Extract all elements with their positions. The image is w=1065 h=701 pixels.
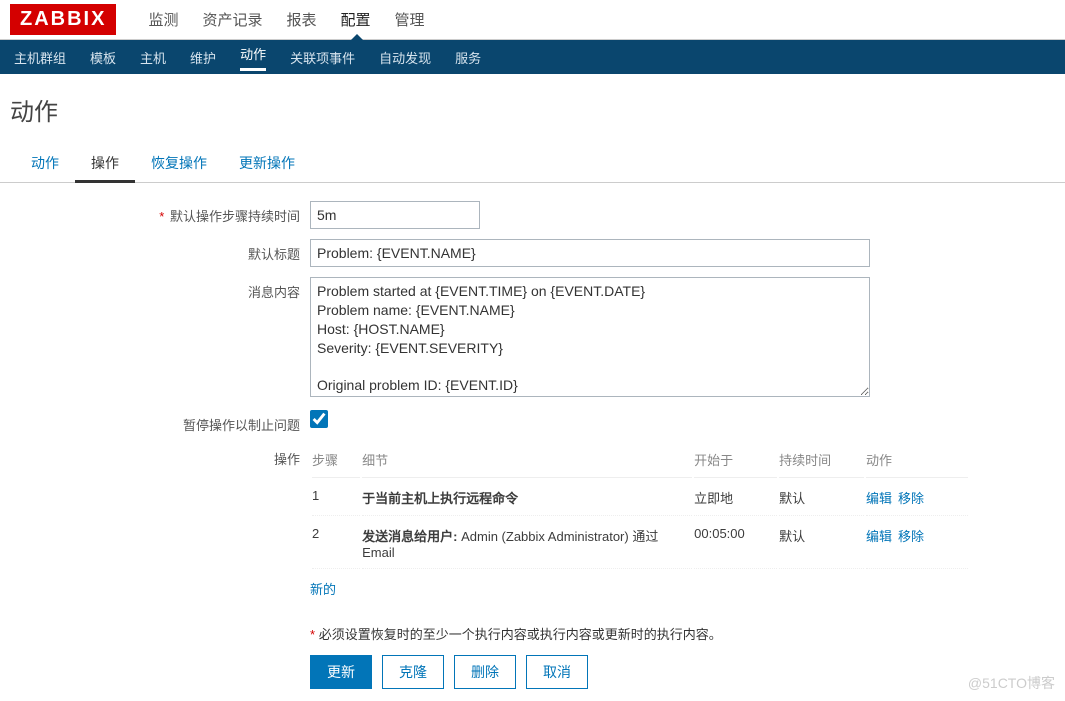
col-start: 开始于 [694,446,777,478]
logo: ZABBIX [10,4,116,35]
form: * 默认操作步骤持续时间 默认标题 消息内容 暂停操作以制止问题 操作 步骤 细… [0,183,1065,689]
watermark: @51CTO博客 [968,673,1055,693]
cell-start: 立即地 [694,480,777,516]
subnav-item-6[interactable]: 自动发现 [367,40,443,74]
topnav-item-0[interactable]: 监测 [136,0,190,40]
label-operations: 操作 [274,452,300,467]
subnav-item-2[interactable]: 主机 [128,40,178,74]
cell-start: 00:05:00 [694,518,777,569]
button-row: 更新 克隆 删除 取消 [310,655,1065,689]
col-duration: 持续时间 [779,446,864,478]
cell-actions: 编辑移除 [866,480,968,516]
label-pause: 暂停操作以制止问题 [183,418,300,433]
topnav-item-4[interactable]: 管理 [383,0,437,40]
subnav-item-4[interactable]: 动作 [228,40,278,74]
form-tab-2[interactable]: 恢复操作 [135,145,223,183]
edit-link[interactable]: 编辑 [866,491,892,506]
label-duration: 默认操作步骤持续时间 [170,209,300,224]
operations-table: 步骤 细节 开始于 持续时间 动作 1于当前主机上执行远程命令立即地默认编辑移除… [310,444,970,571]
cell-detail: 于当前主机上执行远程命令 [362,480,692,516]
topnav-item-3[interactable]: 配置 [329,0,383,40]
remove-link[interactable]: 移除 [898,529,924,544]
message-textarea[interactable] [310,277,870,397]
top-nav: ZABBIX 监测资产记录报表配置管理 [0,0,1065,40]
form-tab-0[interactable]: 动作 [15,145,75,183]
subject-input[interactable] [310,239,870,267]
update-button[interactable]: 更新 [310,655,372,689]
form-tab-3[interactable]: 更新操作 [223,145,311,183]
delete-button[interactable]: 删除 [454,655,516,689]
edit-link[interactable]: 编辑 [866,529,892,544]
col-step: 步骤 [312,446,360,478]
form-tab-1[interactable]: 操作 [75,145,135,183]
cancel-button[interactable]: 取消 [526,655,588,689]
col-action: 动作 [866,446,968,478]
label-subject: 默认标题 [248,247,300,262]
remove-link[interactable]: 移除 [898,491,924,506]
duration-input[interactable] [310,201,480,229]
clone-button[interactable]: 克隆 [382,655,444,689]
top-menu: 监测资产记录报表配置管理 [136,0,436,40]
table-row: 1于当前主机上执行远程命令立即地默认编辑移除 [312,480,968,516]
subnav-item-3[interactable]: 维护 [178,40,228,74]
page-title: 动作 [0,74,1065,145]
form-tabs: 动作操作恢复操作更新操作 [0,145,1065,183]
validation-hint: * 必须设置恢复时的至少一个执行内容或执行内容或更新时的执行内容。 [310,624,1065,643]
cell-step: 1 [312,480,360,516]
topnav-item-2[interactable]: 报表 [274,0,328,40]
table-row: 2发送消息给用户: Admin (Zabbix Administrator) 通… [312,518,968,569]
sub-nav: 主机群组模板主机维护动作关联项事件自动发现服务 [0,40,1065,74]
label-message: 消息内容 [248,285,300,300]
cell-duration: 默认 [779,480,864,516]
cell-duration: 默认 [779,518,864,569]
cell-actions: 编辑移除 [866,518,968,569]
pause-checkbox[interactable] [310,410,328,428]
topnav-item-1[interactable]: 资产记录 [190,0,274,40]
cell-detail: 发送消息给用户: Admin (Zabbix Administrator) 通过… [362,518,692,569]
subnav-item-5[interactable]: 关联项事件 [278,40,367,74]
cell-step: 2 [312,518,360,569]
subnav-item-0[interactable]: 主机群组 [2,40,78,74]
new-operation-link[interactable]: 新的 [310,582,336,597]
col-detail: 细节 [362,446,692,478]
subnav-item-1[interactable]: 模板 [78,40,128,74]
subnav-item-7[interactable]: 服务 [443,40,493,74]
